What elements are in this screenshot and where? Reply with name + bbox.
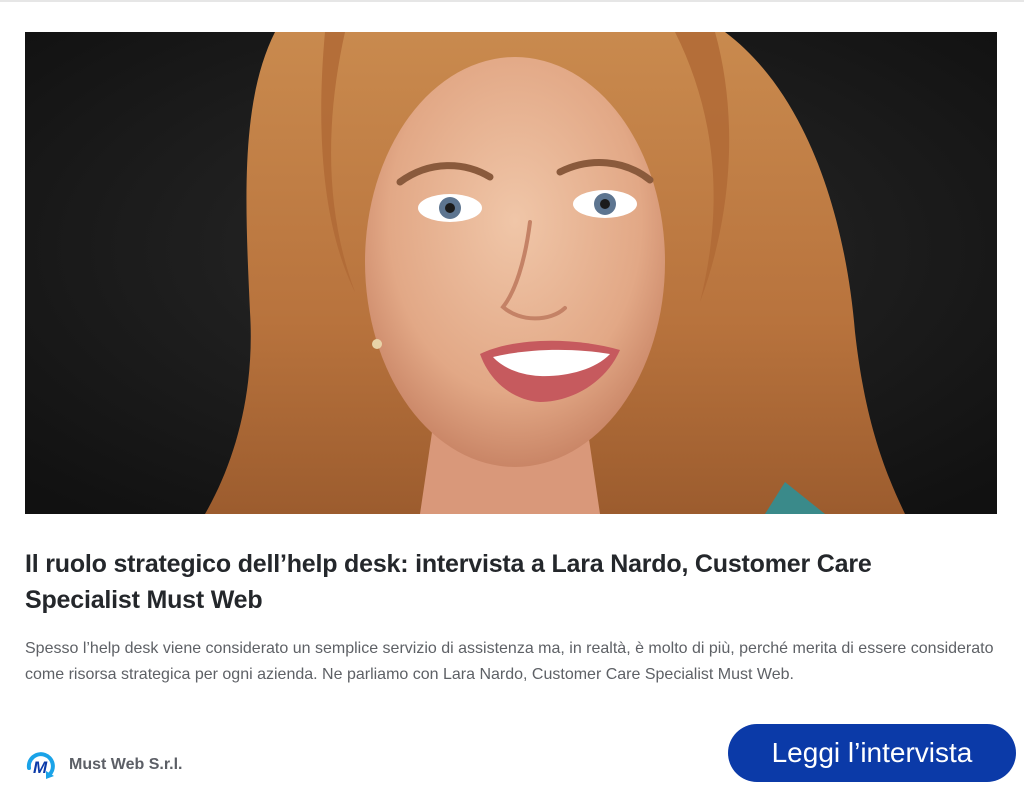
- read-interview-button[interactable]: Leggi l’intervista: [728, 724, 1016, 782]
- article-title[interactable]: Il ruolo strategico dell’help desk: inte…: [25, 546, 985, 618]
- article-description: Spesso l’help desk viene considerato un …: [25, 640, 994, 683]
- company-name[interactable]: Must Web S.r.l.: [69, 756, 183, 774]
- hero-portrait-image: [25, 32, 997, 514]
- must-web-logo-icon: M: [25, 749, 57, 781]
- logo-letter: M: [33, 758, 48, 777]
- top-divider: [0, 0, 1024, 2]
- company-info[interactable]: M Must Web S.r.l.: [25, 748, 183, 782]
- portrait-illustration: [25, 32, 997, 514]
